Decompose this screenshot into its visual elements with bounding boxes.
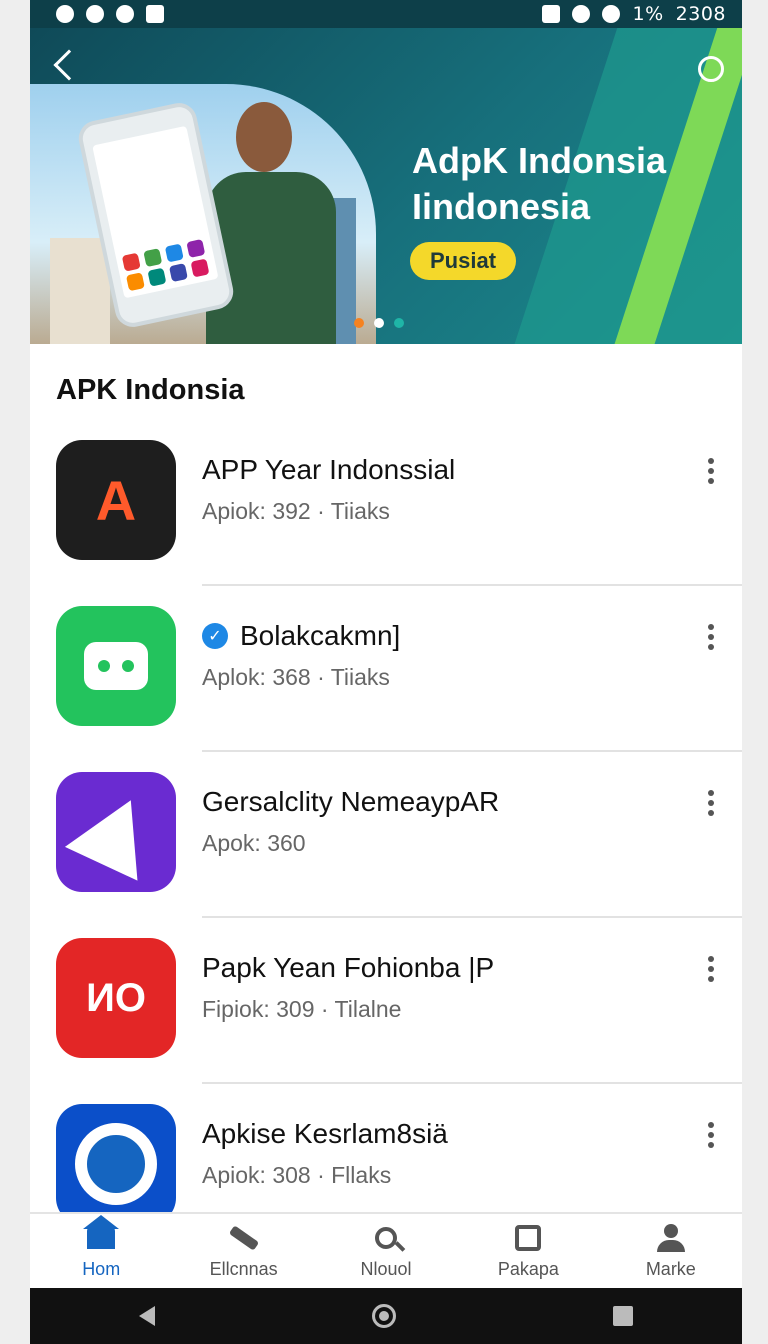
list-item[interactable]: ИO Papk Yean Fohionba |P Fipiok: 309 · T… (30, 918, 742, 1084)
bottom-navigation: Hom Ellcnnas Nlouol Pakapa Marke (30, 1212, 742, 1288)
section-title: APK Indonsia (56, 374, 245, 406)
nav-label: Ellcnnas (209, 1258, 278, 1279)
ar-map-icon[interactable]: A (56, 440, 176, 560)
more-options-icon[interactable] (708, 956, 716, 982)
ring-logo-icon[interactable] (56, 1104, 176, 1224)
system-navigation-bar (30, 1288, 742, 1344)
notification-icon (56, 5, 74, 23)
app-name: Papk Yean Fohionba |P (202, 952, 495, 983)
building (50, 238, 110, 344)
nav-label: Hom (82, 1258, 121, 1279)
app-meta: Apiok: 308 · Fllaks (202, 1162, 392, 1188)
home-icon (83, 1214, 120, 1253)
nav-explore[interactable]: Ellcnnas (172, 1214, 314, 1288)
app-name: Gersalclity NemeaypAR (202, 786, 500, 817)
nav-search[interactable]: Nlouol (315, 1214, 457, 1288)
android-icon[interactable] (56, 606, 176, 726)
info-icon (116, 5, 134, 23)
battery-level: 1% (632, 3, 664, 25)
promo-banner[interactable]: AdpK Indonsia Iindonesia Pusiat (30, 28, 742, 344)
app-meta: Fipiok: 309 · Tilalne (202, 996, 402, 1022)
app-name: ✓ Bolakcakmn] (202, 620, 400, 652)
carousel-indicator (354, 318, 404, 328)
system-recents-icon[interactable] (613, 1306, 634, 1326)
banner-photo (30, 84, 376, 344)
more-options-icon[interactable] (708, 458, 716, 484)
back-icon[interactable] (53, 49, 85, 81)
carousel-dot[interactable] (394, 318, 404, 328)
app-meta: Aplok: 368 · Tiiaks (202, 664, 390, 690)
briefcase-icon (513, 1223, 543, 1253)
banner-cta-button[interactable]: Pusiat (410, 242, 517, 280)
nfc-icon (542, 5, 561, 23)
clock: 2308 (675, 3, 726, 25)
verified-icon: ✓ (202, 623, 228, 649)
wifi-icon (602, 5, 621, 23)
nav-packages[interactable]: Pakapa (457, 1214, 599, 1288)
cloud-logo-icon[interactable]: ИO (56, 938, 176, 1058)
system-home-icon[interactable] (371, 1304, 396, 1328)
plane-icon (228, 1223, 259, 1253)
app-name: Apkise Kesrlam8siä (202, 1118, 448, 1149)
app-meta: Apok: 360 (202, 830, 306, 856)
list-item[interactable]: A APP Year Indonssial Apiok: 392 · Tiiak… (30, 420, 742, 586)
nav-label: Nlouol (360, 1258, 412, 1279)
banner-title: AdpK Indonsia Iindonesia (412, 140, 666, 227)
paper-plane-icon[interactable] (56, 772, 176, 892)
status-bar: 1% 2308 (30, 0, 742, 28)
app-list: A APP Year Indonssial Apiok: 392 · Tiiak… (30, 420, 742, 1250)
search-icon (371, 1223, 401, 1253)
person-icon (656, 1223, 686, 1253)
nav-label: Marke (645, 1258, 696, 1279)
app-meta: Apiok: 392 · Tiiaks (202, 498, 390, 524)
phone-screen: 1% 2308 AdpK Indonsia Iindonesia Pusiat … (30, 0, 742, 1344)
app-name: APP Year Indonssial (202, 454, 456, 485)
person-head (236, 102, 292, 172)
list-item[interactable]: Gersalclity NemeaypAR Apok: 360 (30, 752, 742, 918)
carousel-dot[interactable] (354, 318, 364, 328)
more-options-icon[interactable] (708, 790, 716, 816)
app-notification-icon (86, 5, 104, 23)
nav-label: Pakapa (497, 1258, 559, 1279)
more-options-icon[interactable] (708, 1122, 716, 1148)
system-back-icon[interactable] (138, 1306, 155, 1326)
nav-profile[interactable]: Marke (600, 1214, 742, 1288)
vibrate-icon (572, 5, 591, 23)
list-item[interactable]: ✓ Bolakcakmn] Aplok: 368 · Tiiaks (30, 586, 742, 752)
gallery-icon (146, 5, 164, 23)
carousel-dot-active[interactable] (374, 318, 384, 328)
more-options-icon[interactable] (708, 624, 716, 650)
chat-icon[interactable] (698, 56, 724, 82)
nav-home[interactable]: Hom (30, 1214, 172, 1288)
